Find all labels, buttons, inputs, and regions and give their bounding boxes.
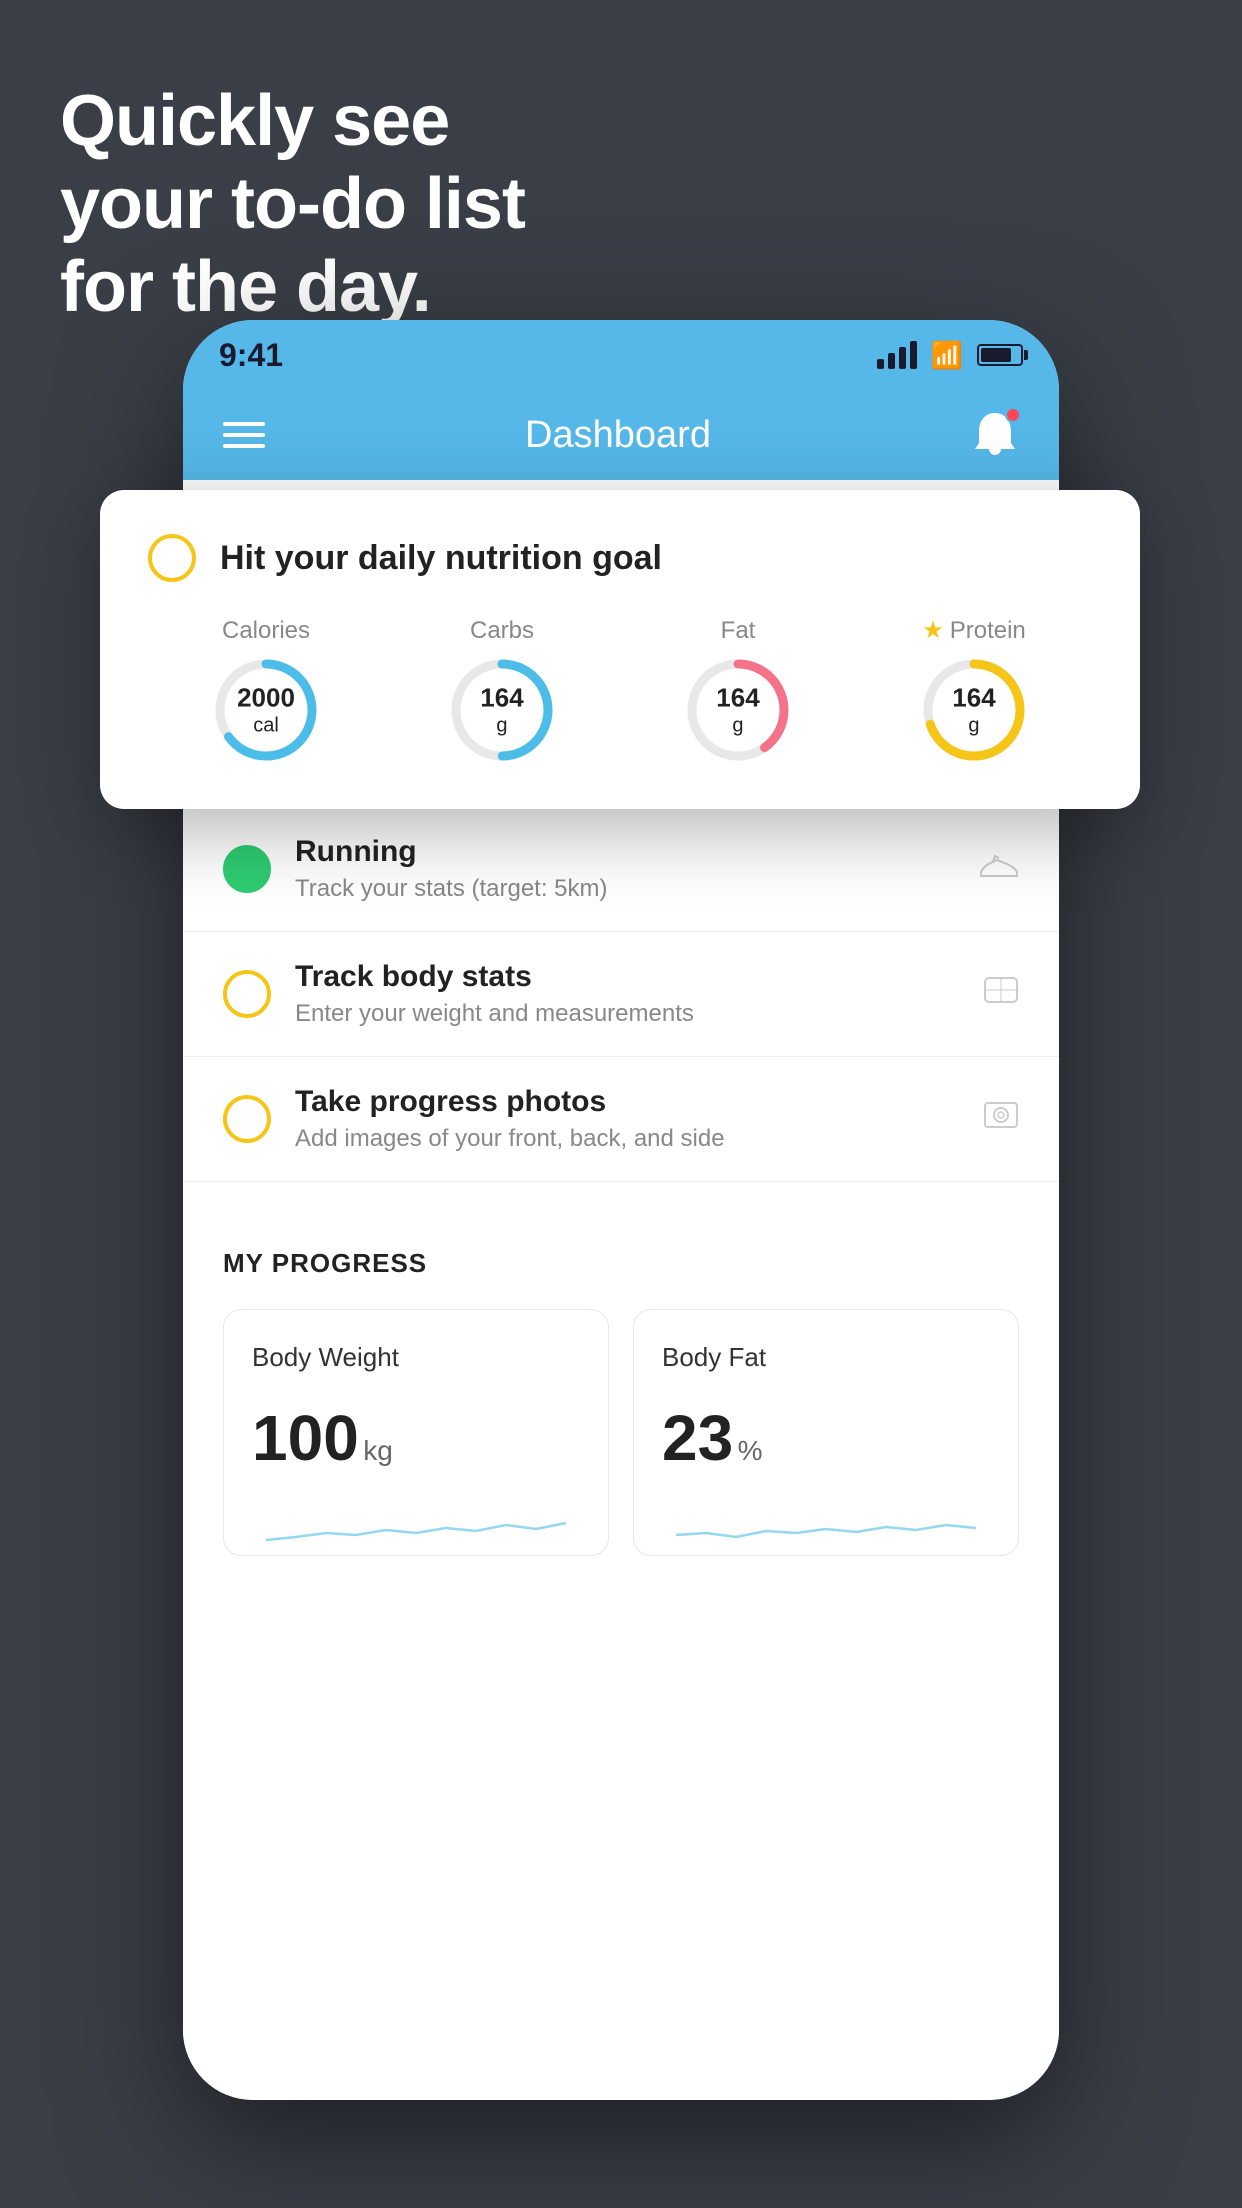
calories-value: 2000 <box>237 682 295 713</box>
carbs-value: 164 <box>480 682 523 713</box>
fat-item: Fat 164 g <box>683 617 793 765</box>
status-icons: 📶 <box>877 340 1023 371</box>
signal-icon <box>877 341 917 369</box>
protein-unit: g <box>952 714 995 738</box>
status-time: 9:41 <box>219 337 283 374</box>
todo-checkbox-running[interactable] <box>223 845 271 893</box>
carbs-unit: g <box>480 713 523 737</box>
hero-text: Quickly see your to-do list for the day. <box>60 80 525 328</box>
nutrition-card-title: Hit your daily nutrition goal <box>220 539 662 578</box>
todo-subtitle-running: Track your stats (target: 5km) <box>295 875 955 903</box>
fat-ring: 164 g <box>683 655 793 765</box>
notifications-icon[interactable] <box>971 409 1019 461</box>
body-fat-card[interactable]: Body Fat 23 % <box>633 1309 1019 1556</box>
todo-title-body-stats: Track body stats <box>295 960 959 994</box>
protein-value: 164 <box>952 682 995 713</box>
body-weight-value: 100 <box>252 1402 359 1474</box>
body-weight-chart <box>252 1495 580 1555</box>
todo-title-photos: Take progress photos <box>295 1085 959 1119</box>
running-shoe-icon <box>979 850 1019 888</box>
calories-item: Calories 2000 cal <box>211 617 321 765</box>
carbs-ring: 164 g <box>447 655 557 765</box>
todo-list: Running Track your stats (target: 5km) T… <box>183 807 1059 1182</box>
progress-cards: Body Weight 100 kg Body Fat 23 <box>223 1309 1019 1556</box>
body-weight-title: Body Weight <box>252 1342 580 1373</box>
todo-subtitle-photos: Add images of your front, back, and side <box>295 1125 959 1153</box>
progress-section: MY PROGRESS Body Weight 100 kg <box>183 1212 1059 1556</box>
protein-label: ★ Protein <box>922 616 1026 645</box>
expanded-nutrition-card: Hit your daily nutrition goal Calories 2… <box>100 490 1140 809</box>
carbs-label: Carbs <box>470 617 534 645</box>
nav-bar: Dashboard <box>183 390 1059 480</box>
nav-title: Dashboard <box>525 414 711 457</box>
star-icon: ★ <box>922 616 944 645</box>
hamburger-menu[interactable] <box>223 422 265 448</box>
notification-dot <box>1005 407 1021 423</box>
todo-item-photos[interactable]: Take progress photos Add images of your … <box>183 1057 1059 1182</box>
protein-ring: 164 g <box>919 655 1029 765</box>
body-fat-unit: % <box>738 1435 763 1466</box>
body-fat-title: Body Fat <box>662 1342 990 1373</box>
calories-ring: 2000 cal <box>211 655 321 765</box>
todo-item-running[interactable]: Running Track your stats (target: 5km) <box>183 807 1059 932</box>
progress-header: MY PROGRESS <box>223 1248 1019 1279</box>
scale-icon <box>983 972 1019 1016</box>
protein-item: ★ Protein 164 g <box>919 616 1029 765</box>
todo-checkbox-body-stats[interactable] <box>223 970 271 1018</box>
carbs-item: Carbs 164 g <box>447 617 557 765</box>
todo-title-running: Running <box>295 835 955 869</box>
fat-unit: g <box>716 713 759 737</box>
calories-label: Calories <box>222 617 310 645</box>
todo-item-body-stats[interactable]: Track body stats Enter your weight and m… <box>183 932 1059 1057</box>
body-fat-chart <box>662 1495 990 1555</box>
wifi-icon: 📶 <box>931 340 963 371</box>
calories-unit: cal <box>237 713 295 737</box>
todo-subtitle-body-stats: Enter your weight and measurements <box>295 1000 959 1028</box>
photo-icon <box>983 1097 1019 1141</box>
fat-value: 164 <box>716 682 759 713</box>
status-bar: 9:41 📶 <box>183 320 1059 390</box>
nutrition-row: Calories 2000 cal Carbs <box>148 616 1092 765</box>
body-fat-value: 23 <box>662 1402 733 1474</box>
fat-label: Fat <box>721 617 756 645</box>
card-title-row: Hit your daily nutrition goal <box>148 534 1092 582</box>
body-weight-unit: kg <box>363 1435 393 1466</box>
nutrition-checkbox[interactable] <box>148 534 196 582</box>
todo-checkbox-photos[interactable] <box>223 1095 271 1143</box>
battery-icon <box>977 344 1023 366</box>
body-weight-card[interactable]: Body Weight 100 kg <box>223 1309 609 1556</box>
